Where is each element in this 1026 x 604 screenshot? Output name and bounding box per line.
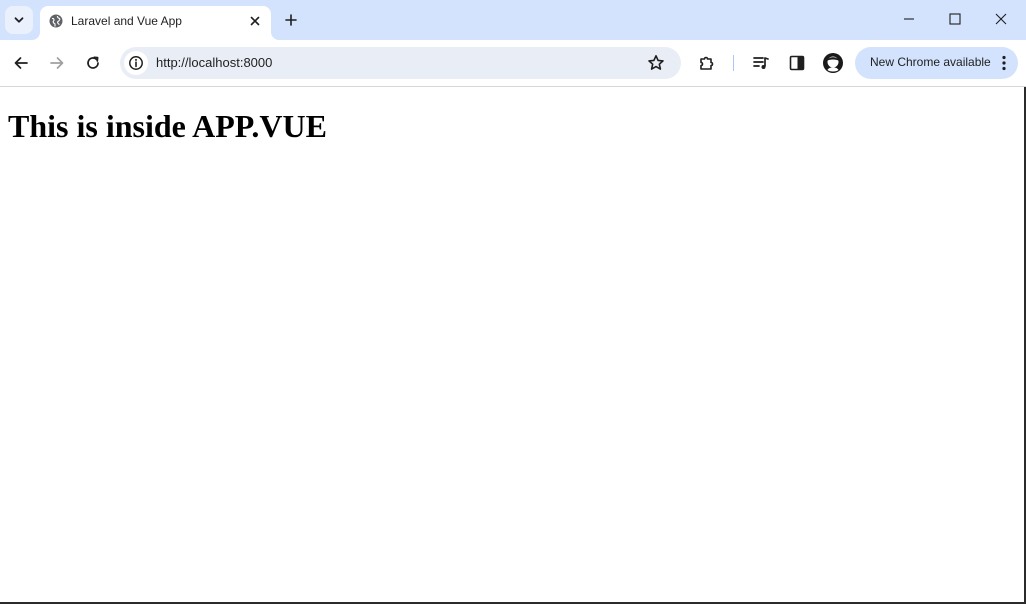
- chrome-update-chip[interactable]: New Chrome available: [855, 47, 1018, 79]
- star-icon: [647, 54, 665, 72]
- reload-icon: [85, 55, 101, 71]
- back-arrow-icon: [13, 55, 29, 71]
- maximize-button[interactable]: [935, 4, 975, 34]
- media-queue-icon: [752, 54, 770, 72]
- side-panel-icon: [788, 54, 806, 72]
- profile-button[interactable]: [819, 49, 847, 77]
- tab-strip: Laravel and Vue App: [0, 0, 1026, 40]
- site-info-button[interactable]: [124, 51, 148, 75]
- toolbar-separator: [733, 55, 734, 71]
- tab-title: Laravel and Vue App: [71, 14, 182, 28]
- page-heading: This is inside APP.VUE: [8, 108, 327, 144]
- page-viewport: This is inside APP.VUE: [0, 87, 1024, 602]
- chevron-down-icon: [13, 14, 25, 26]
- address-bar[interactable]: http://localhost:8000: [120, 47, 681, 79]
- browser-toolbar: http://localhost:8000 New Chrome availab…: [0, 40, 1026, 87]
- globe-icon: [48, 13, 64, 29]
- info-icon: [128, 55, 144, 71]
- tab-search-button[interactable]: [5, 6, 33, 34]
- plus-icon: [285, 14, 297, 26]
- tab-active[interactable]: Laravel and Vue App: [40, 6, 271, 40]
- new-tab-button[interactable]: [279, 8, 303, 32]
- more-menu-button[interactable]: [994, 53, 1014, 73]
- forward-button[interactable]: [43, 49, 71, 77]
- back-button[interactable]: [7, 49, 35, 77]
- minimize-icon: [903, 13, 915, 25]
- close-icon: [250, 16, 260, 26]
- close-window-icon: [995, 13, 1007, 25]
- maximize-icon: [949, 13, 961, 25]
- kebab-menu-icon: [1002, 55, 1006, 71]
- reload-button[interactable]: [79, 49, 107, 77]
- update-label: New Chrome available: [870, 55, 991, 69]
- url-text[interactable]: http://localhost:8000: [156, 55, 272, 70]
- puzzle-icon: [698, 54, 716, 72]
- avatar-icon: [822, 52, 844, 74]
- browser-window: Laravel and Vue App http://localhost:800…: [0, 0, 1026, 604]
- tab-close-button[interactable]: [246, 12, 264, 30]
- forward-arrow-icon: [49, 55, 65, 71]
- close-window-button[interactable]: [981, 4, 1021, 34]
- side-panel-button[interactable]: [783, 49, 811, 77]
- minimize-button[interactable]: [889, 4, 929, 34]
- extensions-button[interactable]: [693, 49, 721, 77]
- bookmark-button[interactable]: [644, 51, 668, 75]
- media-controls-button[interactable]: [747, 49, 775, 77]
